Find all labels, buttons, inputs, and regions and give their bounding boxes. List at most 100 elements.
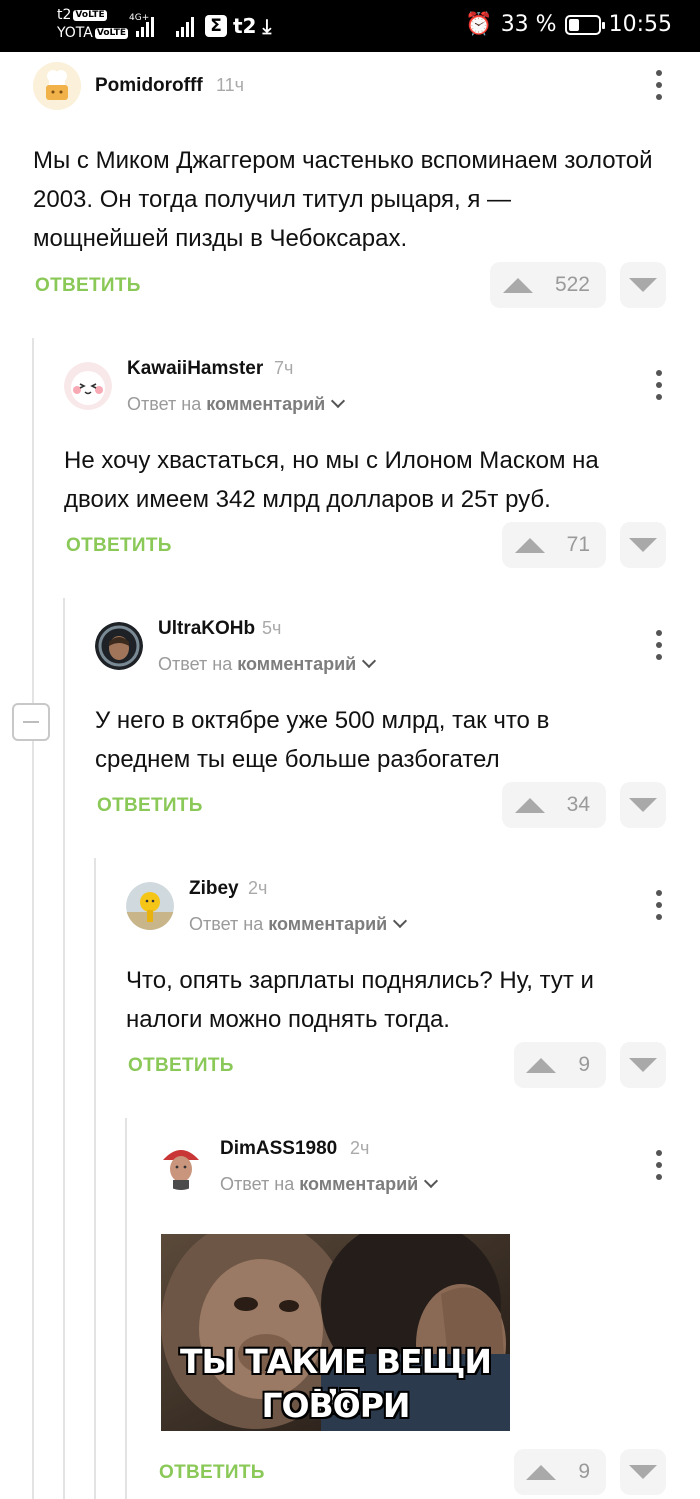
thread-line <box>32 338 34 1499</box>
more-options-icon[interactable] <box>654 1150 664 1180</box>
avatar[interactable] <box>95 622 143 670</box>
comment-author[interactable]: Pomidorofff <box>95 75 203 97</box>
reply-to-target: комментарий <box>299 1174 419 1194</box>
comment-time: 11ч <box>216 75 245 95</box>
signal-icons <box>128 13 194 37</box>
battery-icon <box>564 14 605 35</box>
comment-time: 7ч <box>274 358 294 378</box>
arrow-down-icon <box>629 798 657 812</box>
downvote-button[interactable] <box>620 522 666 568</box>
upvote-button[interactable]: 9 <box>514 1449 606 1495</box>
download-icon: ⤓ <box>262 14 272 38</box>
clock: 10:55 <box>608 12 672 37</box>
downvote-button[interactable] <box>620 1042 666 1088</box>
thread-line <box>125 1118 127 1499</box>
avatar-image <box>157 1142 205 1190</box>
avatar[interactable] <box>157 1142 205 1190</box>
reply-to-link[interactable]: Ответ на комментарий <box>220 1173 439 1195</box>
avatar-image <box>33 62 81 110</box>
chevron-down-icon <box>393 913 408 929</box>
chevron-down-icon <box>424 1173 439 1189</box>
comment-time: 5ч <box>262 618 282 638</box>
more-options-icon[interactable] <box>654 370 664 400</box>
comment-rating: 34 <box>566 793 590 816</box>
alarm-icon: ⏰ <box>465 12 493 37</box>
reply-button[interactable]: ОТВЕТИТЬ <box>35 275 141 297</box>
thread-line <box>94 858 96 1499</box>
battery-percent: 33 % <box>500 12 557 37</box>
status-bar: t2 VoLTE YOTA VoLTE 4G+ Σ t2 ⤓ ⏰ 33 % 10:5… <box>0 0 700 52</box>
signal-strength-icon-2 <box>176 17 194 37</box>
reply-to-link[interactable]: Ответ на комментарий <box>127 393 346 415</box>
reply-to-prefix: Ответ на <box>220 1174 295 1194</box>
downvote-button[interactable] <box>620 782 666 828</box>
reply-to-link[interactable]: Ответ на комментарий <box>189 913 408 935</box>
avatar-image <box>126 882 174 930</box>
comment-author[interactable]: Zibey <box>189 878 239 900</box>
reply-button[interactable]: ОТВЕТИТЬ <box>128 1055 234 1077</box>
downvote-button[interactable] <box>620 1449 666 1495</box>
reply-to-prefix: Ответ на <box>158 654 233 674</box>
sigma-icon: Σ <box>205 15 227 37</box>
more-options-icon[interactable] <box>654 630 664 660</box>
reply-button[interactable]: ОТВЕТИТЬ <box>97 795 203 817</box>
volte-badge: VoLTE <box>73 10 107 21</box>
comment-image[interactable]: ТЫ ТАКИЕ ВЕЩИ НЕ ГОВОРИ <box>161 1234 510 1431</box>
avatar-image <box>95 622 143 670</box>
chevron-down-icon <box>331 393 346 409</box>
comment-rating: 9 <box>578 1460 590 1483</box>
reply-button[interactable]: ОТВЕТИТЬ <box>66 535 172 557</box>
comment-text: Мы с Миком Джаггером частенько вспоминае… <box>33 147 653 252</box>
upvote-button[interactable]: 34 <box>502 782 606 828</box>
comment-author[interactable]: DimASS1980 <box>220 1138 337 1160</box>
system-status: ⏰ 33 % 10:55 <box>465 12 672 37</box>
meme-caption-line2: ГОВОРИ <box>261 1386 410 1425</box>
collapse-thread-button[interactable] <box>12 703 50 741</box>
arrow-down-icon <box>629 538 657 552</box>
upvote-button[interactable]: 522 <box>490 262 606 308</box>
arrow-down-icon <box>629 1465 657 1479</box>
arrow-down-icon <box>629 278 657 292</box>
notification-icons: Σ t2 ⤓ <box>205 14 271 38</box>
t2-logo: t2 <box>233 14 257 38</box>
upvote-button[interactable]: 9 <box>514 1042 606 1088</box>
chevron-down-icon <box>362 653 377 669</box>
carrier-2: YOTA <box>57 25 93 41</box>
reply-to-link[interactable]: Ответ на комментарий <box>158 653 377 675</box>
reply-button[interactable]: ОТВЕТИТЬ <box>159 1462 265 1484</box>
upvote-button[interactable]: 71 <box>502 522 606 568</box>
volte-badge-2: VoLTE <box>94 28 129 39</box>
arrow-up-icon <box>514 537 545 553</box>
carrier-1: t2 <box>57 7 72 23</box>
arrow-up-icon <box>502 277 533 293</box>
comment-rating: 71 <box>566 533 590 556</box>
comment-text: У него в октябре уже 500 млрд, так что в… <box>95 707 550 773</box>
avatar[interactable] <box>126 882 174 930</box>
comment-author[interactable]: KawaiiHamster <box>127 358 263 380</box>
comment-author[interactable]: UltraKOHb <box>158 618 255 640</box>
comment-time: 2ч <box>248 878 268 898</box>
comment-time: 2ч <box>350 1138 370 1158</box>
comment-text: Не хочу хвастаться, но мы с Илоном Маско… <box>64 447 599 513</box>
reply-to-prefix: Ответ на <box>189 914 264 934</box>
reply-to-target: комментарий <box>268 914 388 934</box>
signal-strength-icon <box>136 17 154 37</box>
reply-to-prefix: Ответ на <box>127 394 202 414</box>
more-options-icon[interactable] <box>654 890 664 920</box>
comment-rating: 9 <box>578 1053 590 1076</box>
arrow-up-icon <box>514 797 545 813</box>
reply-to-target: комментарий <box>237 654 357 674</box>
avatar-image <box>64 362 112 410</box>
thread-line <box>63 598 65 1499</box>
comment-text: Что, опять зарплаты поднялись? Ну, тут и… <box>126 967 594 1033</box>
more-options-icon[interactable] <box>654 70 664 100</box>
downvote-button[interactable] <box>620 262 666 308</box>
reply-to-target: комментарий <box>206 394 326 414</box>
minus-icon <box>23 721 39 723</box>
avatar[interactable] <box>64 362 112 410</box>
arrow-down-icon <box>629 1058 657 1072</box>
avatar[interactable] <box>33 62 81 110</box>
carrier-info: t2 VoLTE YOTA VoLTE <box>57 6 129 42</box>
arrow-up-icon <box>526 1057 557 1073</box>
comment-rating: 522 <box>554 273 590 296</box>
